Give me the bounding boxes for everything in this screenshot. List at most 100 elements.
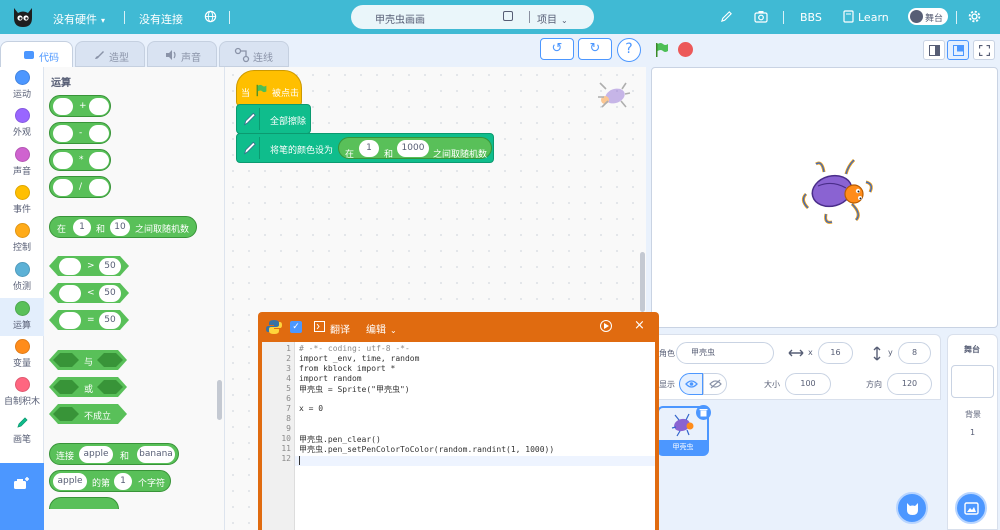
block-slot[interactable]: [89, 179, 109, 196]
block-slot[interactable]: [89, 125, 109, 142]
partial-block[interactable]: [49, 497, 119, 509]
pencil-icon[interactable]: [720, 10, 733, 23]
undo-button[interactable]: ↺: [540, 38, 574, 60]
size-input[interactable]: 100: [785, 373, 831, 395]
palette-scrollbar[interactable]: [217, 380, 222, 420]
category-motion[interactable]: 运动: [0, 70, 44, 100]
bbs-link[interactable]: BBS: [800, 11, 822, 24]
set-pen-color-block[interactable]: 将笔的颜色设为 在 1 和 1000 之间取随机数: [236, 133, 494, 163]
tab-wiring[interactable]: 连线: [219, 41, 289, 67]
python-code-window[interactable]: ✓ 翻译 编辑 ⌄ × 1 2 3 4 5 6 7 8 9 10 11 12 # …: [258, 312, 659, 530]
add-block[interactable]: +: [49, 95, 111, 117]
globe-icon[interactable]: [204, 10, 217, 23]
sprite-name-input[interactable]: 甲壳虫: [676, 342, 774, 364]
when-flag-clicked-block[interactable]: 当 被点击: [236, 70, 302, 106]
stage-thumbnail[interactable]: [951, 365, 994, 398]
cat-logo-icon[interactable]: [10, 4, 36, 30]
category-variables[interactable]: 变量: [0, 339, 44, 369]
pick-random-block[interactable]: 在 1 和 10 之间取随机数: [49, 216, 197, 238]
block-slot[interactable]: [53, 179, 73, 196]
less-than-block[interactable]: < 50: [49, 283, 129, 303]
code-editor[interactable]: 1 2 3 4 5 6 7 8 9 10 11 12 # -*- coding:…: [262, 342, 655, 530]
block-slot[interactable]: [89, 152, 109, 169]
category-my-blocks[interactable]: 自制积木: [0, 377, 44, 407]
or-block[interactable]: 或: [49, 377, 127, 397]
stop-icon[interactable]: [678, 42, 693, 57]
block-slot[interactable]: 50: [99, 258, 121, 275]
divide-block[interactable]: /: [49, 176, 111, 198]
boolean-slot[interactable]: [53, 353, 79, 367]
block-slot[interactable]: [89, 98, 109, 115]
green-flag-icon[interactable]: [654, 42, 670, 58]
block-slot[interactable]: 1000: [397, 140, 429, 157]
boolean-slot[interactable]: [53, 380, 79, 394]
run-button[interactable]: [600, 320, 612, 332]
category-pen[interactable]: 画笔: [0, 415, 44, 445]
small-stage-button[interactable]: [923, 40, 945, 60]
translate-button[interactable]: 翻译: [330, 321, 350, 336]
not-block[interactable]: 不成立: [49, 404, 127, 424]
pen-clear-block[interactable]: 全部擦除: [236, 104, 311, 134]
category-sensing[interactable]: 侦测: [0, 262, 44, 292]
block-slot[interactable]: 10: [110, 219, 130, 236]
fullscreen-button[interactable]: [973, 40, 995, 60]
choose-sprite-button[interactable]: [896, 492, 928, 524]
block-slot[interactable]: apple: [53, 473, 87, 490]
tab-code[interactable]: 代码: [0, 41, 73, 68]
stage-toggle[interactable]: 舞台: [908, 8, 948, 25]
gear-icon[interactable]: [967, 9, 982, 24]
tab-sounds[interactable]: 声音: [147, 41, 217, 67]
block-slot[interactable]: [59, 285, 81, 302]
close-icon[interactable]: ×: [634, 318, 645, 333]
project-menu[interactable]: 项目 ⌄: [537, 11, 568, 26]
subtract-block[interactable]: -: [49, 122, 111, 144]
connection-status[interactable]: 没有连接: [139, 11, 183, 27]
pick-random-block[interactable]: 在 1 和 1000 之间取随机数: [338, 137, 492, 160]
help-button[interactable]: ?: [617, 38, 641, 62]
block-slot[interactable]: 1: [359, 140, 379, 157]
checkbox-checked-icon[interactable]: ✓: [290, 321, 302, 333]
x-input[interactable]: 16: [818, 342, 853, 364]
script-area-scrollbar[interactable]: [640, 252, 645, 312]
camera-icon[interactable]: [754, 10, 768, 23]
choose-backdrop-button[interactable]: [955, 492, 987, 524]
block-slot[interactable]: 1: [114, 473, 132, 490]
block-slot[interactable]: banana: [137, 446, 175, 463]
category-control[interactable]: 控制: [0, 223, 44, 253]
and-block[interactable]: 与: [49, 350, 127, 370]
learn-link[interactable]: Learn: [858, 11, 889, 24]
category-looks[interactable]: 外观: [0, 108, 44, 138]
multiply-block[interactable]: *: [49, 149, 111, 171]
block-slot[interactable]: 50: [99, 285, 121, 302]
boolean-slot[interactable]: [97, 380, 123, 394]
boolean-slot[interactable]: [97, 353, 123, 367]
hardware-menu[interactable]: 没有硬件 ▾: [53, 11, 105, 27]
block-slot[interactable]: apple: [79, 446, 113, 463]
boolean-slot[interactable]: [53, 407, 79, 421]
normal-stage-button[interactable]: [947, 40, 969, 60]
project-name-field[interactable]: 甲壳虫画画: [375, 11, 425, 26]
tab-costumes[interactable]: 造型: [75, 41, 145, 67]
block-slot[interactable]: [59, 312, 81, 329]
block-slot[interactable]: 50: [99, 312, 121, 329]
block-slot[interactable]: 1: [73, 219, 91, 236]
save-icon[interactable]: [503, 11, 513, 21]
stage-canvas[interactable]: [651, 67, 998, 328]
redo-button[interactable]: ↻: [578, 38, 612, 60]
category-operators[interactable]: 运算: [0, 298, 44, 336]
beetle-sprite[interactable]: [796, 154, 876, 228]
python-window-titlebar[interactable]: ✓ 翻译 编辑 ⌄ ×: [258, 312, 659, 342]
delete-sprite-button[interactable]: [696, 405, 711, 420]
y-input[interactable]: 8: [898, 342, 931, 364]
add-extension-button[interactable]: [0, 463, 44, 530]
equals-block[interactable]: = 50: [49, 310, 129, 330]
direction-input[interactable]: 120: [887, 373, 932, 395]
show-sprite-button[interactable]: [679, 373, 703, 395]
join-block[interactable]: 连接 apple 和 banana: [49, 443, 179, 465]
category-sound[interactable]: 声音: [0, 147, 44, 177]
greater-than-block[interactable]: > 50: [49, 256, 129, 276]
block-slot[interactable]: [59, 258, 81, 275]
letter-of-block[interactable]: apple 的第 1 个字符: [49, 470, 171, 492]
category-events[interactable]: 事件: [0, 185, 44, 215]
hide-sprite-button[interactable]: [703, 373, 727, 395]
